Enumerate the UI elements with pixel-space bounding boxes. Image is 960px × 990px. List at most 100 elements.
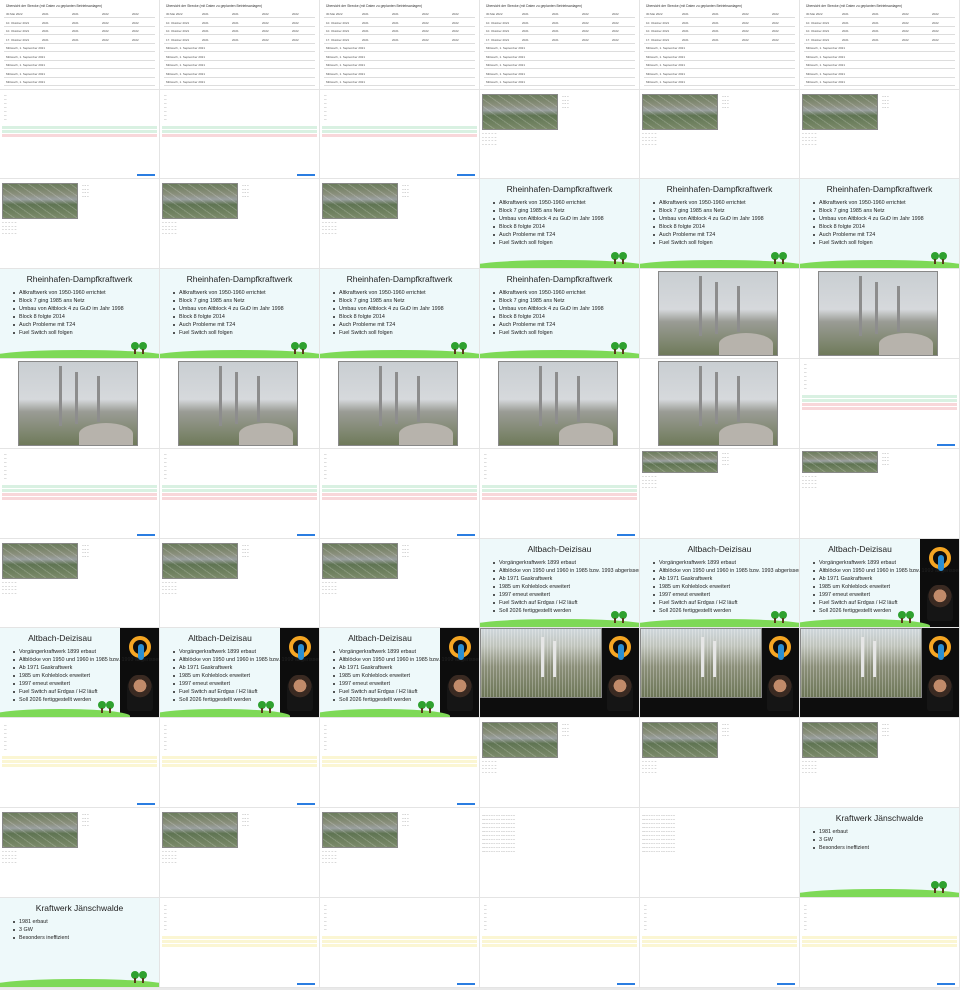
table-row[interactable]: [322, 497, 477, 500]
slide-thumbnail[interactable]: -- -- -- -- -- -- -- -- -- -- -- -- -- --…: [160, 539, 320, 628]
slide-thumbnail[interactable]: ---- -- -- -- -- -- -- -- -- -- -- -- --…: [640, 808, 800, 898]
table-row[interactable]: [162, 142, 317, 145]
table-row[interactable]: [2, 497, 157, 500]
slide-thumbnail[interactable]: — — — — — — —: [320, 449, 480, 539]
slide-thumbnail[interactable]: [0, 359, 160, 449]
table-row[interactable]: [322, 142, 477, 145]
slide-thumbnail[interactable]: [800, 628, 960, 718]
table-row[interactable]: [162, 485, 317, 488]
slide-thumbnail[interactable]: -- -- -- -- -- -- -- -- -- -- -- -- -- --…: [320, 808, 480, 898]
table-row[interactable]: [2, 772, 157, 775]
slide-thumbnail[interactable]: -- -- -- -- -- -- -- -- -- -- -- -- -- --…: [800, 449, 960, 539]
slide-thumbnail[interactable]: -- -- -- -- -- -- -- -- -- -- -- -- -- --…: [0, 179, 160, 269]
table-row[interactable]: [642, 944, 797, 947]
table-row[interactable]: [162, 764, 317, 767]
slide-thumbnail[interactable]: Rheinhafen-Dampfkraftwerk Altkraftwerk vo…: [480, 269, 640, 359]
table-row[interactable]: [802, 952, 957, 955]
table-row[interactable]: [162, 948, 317, 951]
table-row[interactable]: [162, 130, 317, 133]
table-row[interactable]: [802, 399, 957, 402]
slide-thumbnail[interactable]: Übersicht der Strecke (mit Daten zu gepl…: [160, 0, 320, 90]
slide-thumbnail[interactable]: — — — — — — —: [0, 718, 160, 808]
slide-thumbnail[interactable]: — — — — — — —: [160, 90, 320, 179]
table-row[interactable]: [2, 493, 157, 496]
slide-thumbnail[interactable]: — — — — — — —: [640, 898, 800, 988]
table-row[interactable]: [322, 772, 477, 775]
slide-thumbnail[interactable]: Altbach-Deizisau Vorgängerkraftwerk 1899 …: [640, 539, 800, 628]
slide-thumbnail[interactable]: [160, 359, 320, 449]
slide-thumbnail[interactable]: — — — — — — —: [800, 359, 960, 449]
slide-thumbnail[interactable]: -- -- -- -- -- -- -- -- -- -- -- -- -- --…: [640, 90, 800, 179]
link-bar[interactable]: [297, 534, 315, 536]
link-bar[interactable]: [937, 983, 955, 985]
slide-thumbnail[interactable]: [640, 359, 800, 449]
table-row[interactable]: [482, 489, 637, 492]
table-row[interactable]: [322, 948, 477, 951]
slide-thumbnail[interactable]: Übersicht der Strecke (mit Daten zu gepl…: [800, 0, 960, 90]
slide-thumbnail[interactable]: Altbach-Deizisau Vorgängerkraftwerk 1899 …: [480, 539, 640, 628]
slide-thumbnail[interactable]: Rheinhafen-Dampfkraftwerk Altkraftwerk vo…: [800, 179, 960, 269]
slide-thumbnail[interactable]: Rheinhafen-Dampfkraftwerk Altkraftwerk vo…: [480, 179, 640, 269]
table-row[interactable]: [322, 134, 477, 137]
table-row[interactable]: [322, 501, 477, 504]
slide-thumbnail[interactable]: Rheinhafen-Dampfkraftwerk Altkraftwerk vo…: [160, 269, 320, 359]
link-bar[interactable]: [297, 983, 315, 985]
table-row[interactable]: [162, 768, 317, 771]
slide-thumbnail[interactable]: -- -- -- -- -- -- -- -- -- -- -- -- -- --…: [800, 90, 960, 179]
table-row[interactable]: [162, 944, 317, 947]
slide-thumbnail[interactable]: Altbach-Deizisau Vorgängerkraftwerk 1899 …: [800, 539, 960, 628]
link-bar[interactable]: [137, 174, 155, 176]
link-bar[interactable]: [297, 803, 315, 805]
table-row[interactable]: [162, 952, 317, 955]
table-row[interactable]: [162, 489, 317, 492]
table-row[interactable]: [802, 948, 957, 951]
slide-thumbnail[interactable]: — — — — — — —: [320, 898, 480, 988]
table-row[interactable]: [322, 952, 477, 955]
slide-thumbnail[interactable]: — — — — — — —: [0, 90, 160, 179]
table-row[interactable]: [2, 126, 157, 129]
slide-thumbnail[interactable]: -- -- -- -- -- -- -- -- -- -- -- -- -- --…: [320, 539, 480, 628]
table-row[interactable]: [2, 489, 157, 492]
slide-thumbnail[interactable]: -- -- -- -- -- -- -- -- -- -- -- -- -- --…: [0, 539, 160, 628]
table-row[interactable]: [2, 134, 157, 137]
slide-thumbnail[interactable]: -- -- -- -- -- -- -- -- -- -- -- -- -- --…: [640, 449, 800, 539]
slide-thumbnail[interactable]: ---- -- -- -- -- -- -- -- -- -- -- -- --…: [480, 808, 640, 898]
table-row[interactable]: [2, 130, 157, 133]
slide-thumbnail[interactable]: -- -- -- -- -- -- -- -- -- -- -- -- -- --…: [480, 90, 640, 179]
table-row[interactable]: [2, 760, 157, 763]
table-row[interactable]: [482, 485, 637, 488]
table-row[interactable]: [162, 940, 317, 943]
link-bar[interactable]: [937, 444, 955, 446]
link-bar[interactable]: [297, 174, 315, 176]
slide-thumbnail[interactable]: [640, 269, 800, 359]
table-row[interactable]: [322, 126, 477, 129]
table-row[interactable]: [2, 768, 157, 771]
link-bar[interactable]: [777, 983, 795, 985]
table-row[interactable]: [642, 940, 797, 943]
table-row[interactable]: [482, 936, 637, 939]
slide-thumbnail[interactable]: Übersicht der Strecke (mit Daten zu gepl…: [640, 0, 800, 90]
slide-thumbnail[interactable]: [480, 359, 640, 449]
slide-thumbnail[interactable]: -- -- -- -- -- -- -- -- -- -- -- -- -- --…: [640, 718, 800, 808]
slide-thumbnail[interactable]: Kraftwerk Jänschwalde 1981 erbaut 3 GW Beso…: [800, 808, 960, 898]
slide-thumbnail[interactable]: — — — — — — —: [480, 449, 640, 539]
table-row[interactable]: [802, 936, 957, 939]
slide-thumbnail[interactable]: -- -- -- -- -- -- -- -- -- -- -- -- -- --…: [160, 808, 320, 898]
slide-thumbnail[interactable]: — — — — — — —: [800, 898, 960, 988]
table-row[interactable]: [482, 497, 637, 500]
link-bar[interactable]: [457, 983, 475, 985]
slide-thumbnail[interactable]: — — — — — — —: [160, 718, 320, 808]
slide-thumbnail[interactable]: [320, 359, 480, 449]
slide-thumbnail[interactable]: -- -- -- -- -- -- -- -- -- -- -- -- -- --…: [480, 718, 640, 808]
table-row[interactable]: [642, 952, 797, 955]
table-row[interactable]: [322, 485, 477, 488]
slide-thumbnail[interactable]: -- -- -- -- -- -- -- -- -- -- -- -- -- --…: [0, 808, 160, 898]
table-row[interactable]: [642, 936, 797, 939]
table-row[interactable]: [322, 130, 477, 133]
slide-thumbnail[interactable]: — — — — — — —: [480, 898, 640, 988]
slide-thumbnail[interactable]: Rheinhafen-Dampfkraftwerk Altkraftwerk vo…: [0, 269, 160, 359]
table-row[interactable]: [2, 756, 157, 759]
slide-thumbnail[interactable]: [480, 628, 640, 718]
table-row[interactable]: [162, 936, 317, 939]
table-row[interactable]: [802, 944, 957, 947]
